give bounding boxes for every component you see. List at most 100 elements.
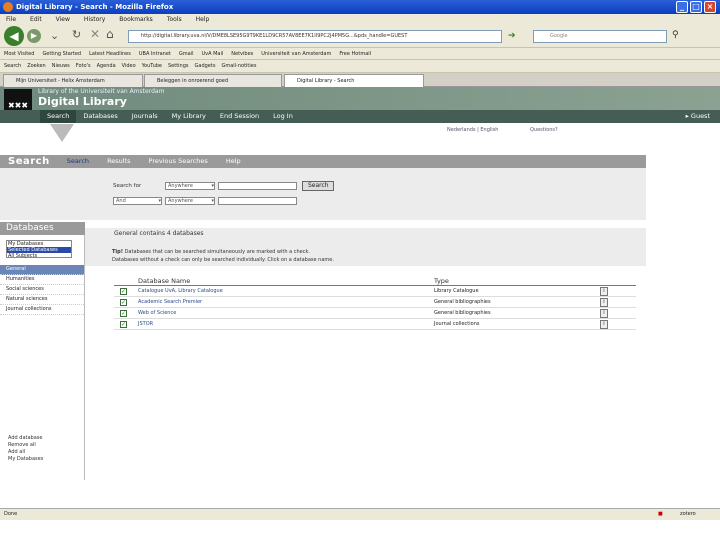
info-icon[interactable]: i xyxy=(600,320,608,329)
category-social-sciences[interactable]: Social sciences xyxy=(0,285,84,295)
search-input-1[interactable] xyxy=(218,182,297,190)
database-set-list[interactable]: My Databases Selected Databases All Subj… xyxy=(6,240,72,259)
tab-digital-library[interactable]: Digital Library - Search xyxy=(284,74,424,87)
maximize-button[interactable]: □ xyxy=(690,1,702,13)
tab-help[interactable]: Help xyxy=(217,155,250,168)
toolbar-item[interactable]: Gmail-notities xyxy=(221,63,256,69)
forward-icon[interactable]: ▶ xyxy=(27,29,41,43)
bookmark-item[interactable]: Netvibes xyxy=(231,51,253,57)
table-row: ✓ Catalogue UvA, Library Catalogue Libra… xyxy=(114,286,636,297)
nav-databases[interactable]: Databases xyxy=(76,110,124,123)
tab-helix[interactable]: Mijn Universiteit - Helix Amsterdam xyxy=(3,74,143,87)
minimize-button[interactable]: _ xyxy=(676,1,688,13)
search-tabs-bar: Search Search Results Previous Searches … xyxy=(0,155,646,168)
remove-all-link[interactable]: Remove all xyxy=(8,442,43,449)
category-humanities[interactable]: Humanities xyxy=(0,275,84,285)
category-natural-sciences[interactable]: Natural sciences xyxy=(0,295,84,305)
menu-bookmarks[interactable]: Bookmarks xyxy=(119,16,153,23)
menu-tools[interactable]: Tools xyxy=(167,16,182,23)
web-search-input[interactable]: Google xyxy=(533,30,667,43)
nav-end-session[interactable]: End Session xyxy=(213,110,266,123)
toolbar-item[interactable]: Zoeken xyxy=(27,63,46,69)
site-navigation: Search Databases Journals My Library End… xyxy=(0,110,720,123)
toolbar-item[interactable]: Foto's xyxy=(76,63,91,69)
guest-label: Guest xyxy=(690,112,710,120)
search-button[interactable]: Search xyxy=(302,181,334,191)
dropdown-icon[interactable]: ⌄ xyxy=(50,29,59,42)
bookmark-item[interactable]: Gmail xyxy=(179,51,194,57)
my-databases-link[interactable]: My Databases xyxy=(8,456,43,463)
bookmark-item[interactable]: UvA Mail xyxy=(201,51,223,57)
bookmark-item[interactable]: Universiteit van Amsterdam xyxy=(261,51,331,57)
magnifier-icon[interactable]: ⚲ xyxy=(672,30,679,40)
toolbar-item[interactable]: Gadgets xyxy=(195,63,216,69)
toolbar-item[interactable]: Agenda xyxy=(97,63,116,69)
nav-my-library[interactable]: My Library xyxy=(165,110,213,123)
all-subjects-option[interactable]: All Subjects xyxy=(7,253,71,259)
menu-history[interactable]: History xyxy=(84,16,105,23)
search-input-2[interactable] xyxy=(218,197,297,205)
database-name-link[interactable]: Academic Search Premier xyxy=(138,297,202,308)
menu-bar: File Edit View History Bookmarks Tools H… xyxy=(0,14,720,24)
zotero-label[interactable]: zotero xyxy=(680,509,696,520)
web-search-placeholder: Google xyxy=(550,33,568,39)
database-name-link[interactable]: Catalogue UvA, Library Catalogue xyxy=(138,286,223,297)
tab-results[interactable]: Results xyxy=(98,155,139,168)
toolbar-item[interactable]: Nieuws xyxy=(52,63,70,69)
boolean-select[interactable]: And ▾ xyxy=(113,197,162,205)
tip-text-2: Databases without a check can only be se… xyxy=(112,257,334,263)
menu-help[interactable]: Help xyxy=(196,16,210,23)
toolbar-item[interactable]: YouTube xyxy=(142,63,162,69)
field-select-2[interactable]: Anywhere ▾ xyxy=(165,197,215,205)
menu-edit[interactable]: Edit xyxy=(30,16,42,23)
tab-previous-searches[interactable]: Previous Searches xyxy=(140,155,217,168)
bookmark-item[interactable]: Latest Headlines xyxy=(89,51,131,57)
bool-value: And xyxy=(116,198,126,204)
category-journal-collections[interactable]: Journal collections xyxy=(0,305,84,315)
tab-search[interactable]: Search xyxy=(58,155,98,168)
toolbar-item[interactable]: Video xyxy=(122,63,136,69)
tab-bar: Mijn Universiteit - Helix Amsterdam Bele… xyxy=(0,73,720,87)
field-select-1[interactable]: Anywhere ▾ xyxy=(165,182,215,190)
reload-icon[interactable]: ↻ xyxy=(72,28,81,41)
info-icon[interactable]: i xyxy=(600,309,608,318)
add-all-link[interactable]: Add all xyxy=(8,449,43,456)
database-type: General bibliographies xyxy=(434,299,491,305)
stop-icon[interactable]: ✕ xyxy=(90,27,100,41)
toolbar-item[interactable]: Search xyxy=(4,63,21,69)
add-database-link[interactable]: Add database xyxy=(8,435,43,442)
nav-journals[interactable]: Journals xyxy=(125,110,165,123)
database-name-link[interactable]: JSTOR xyxy=(138,319,153,330)
database-type: General bibliographies xyxy=(434,310,491,316)
url-bar[interactable]: http://digital.library.uva.nl/V/DME8LSE9… xyxy=(128,30,502,43)
bookmark-item[interactable]: Most Visited xyxy=(4,51,34,57)
checkbox[interactable]: ✓ xyxy=(120,288,127,295)
status-text: Done xyxy=(4,511,18,517)
checkbox[interactable]: ✓ xyxy=(120,321,127,328)
table-header: Database Name Type xyxy=(114,276,636,286)
close-window-button[interactable]: × xyxy=(704,1,716,13)
info-icon[interactable]: i xyxy=(600,287,608,296)
database-name-link[interactable]: Web of Science xyxy=(138,308,176,319)
info-icon[interactable]: i xyxy=(600,298,608,307)
bookmark-item[interactable]: Getting Started xyxy=(42,51,81,57)
tab-label: Beleggen in onroerend goed xyxy=(157,78,229,84)
bookmark-item[interactable]: Free Hotmail xyxy=(339,51,371,57)
tab-beleggen[interactable]: Beleggen in onroerend goed xyxy=(144,74,282,87)
questions-link[interactable]: Questions? xyxy=(530,127,558,133)
checkbox[interactable]: ✓ xyxy=(120,310,127,317)
databases-sidebar: My Databases Selected Databases All Subj… xyxy=(0,235,85,480)
language-links[interactable]: Nederlands | English xyxy=(447,127,498,133)
menu-view[interactable]: View xyxy=(56,16,70,23)
zotero-icon[interactable]: ■ xyxy=(658,509,663,520)
go-icon[interactable]: ➔ xyxy=(508,31,516,41)
checkbox[interactable]: ✓ xyxy=(120,299,127,306)
back-icon[interactable]: ◀ xyxy=(4,26,24,46)
toolbar-item[interactable]: Settings xyxy=(168,63,189,69)
menu-file[interactable]: File xyxy=(6,16,16,23)
category-general[interactable]: General xyxy=(0,265,84,275)
bookmark-item[interactable]: UBA Intranet xyxy=(139,51,171,57)
nav-log-in[interactable]: Log In xyxy=(266,110,300,123)
nav-search[interactable]: Search xyxy=(40,110,77,123)
home-icon[interactable]: ⌂ xyxy=(106,27,114,41)
